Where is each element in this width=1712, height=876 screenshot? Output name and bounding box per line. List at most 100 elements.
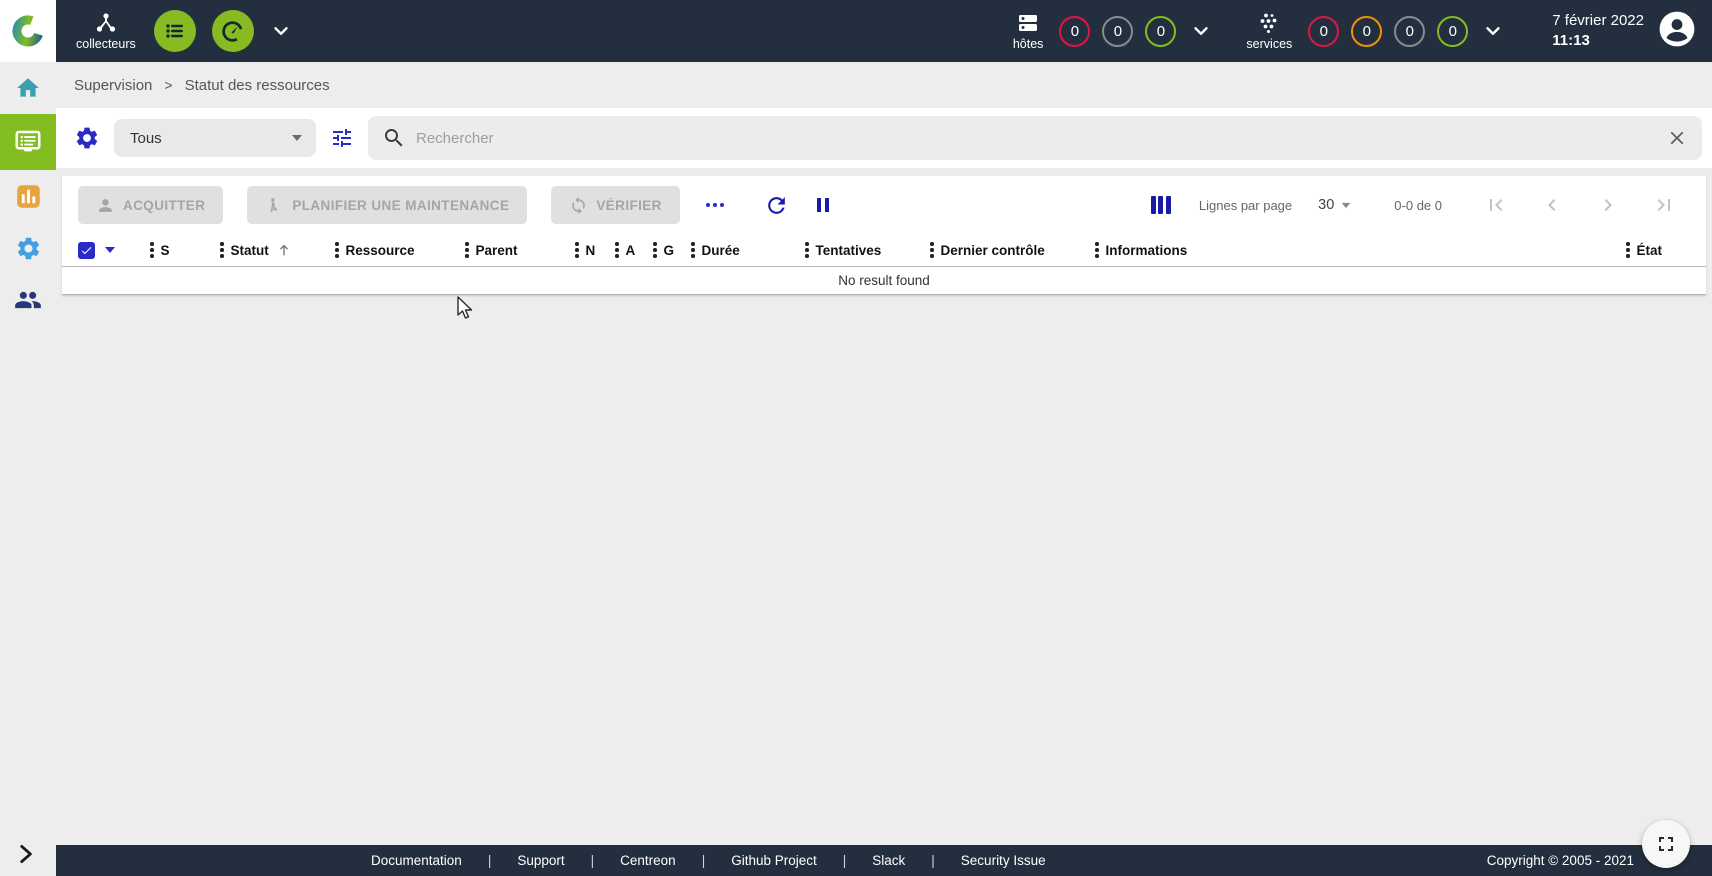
- drag-handle-icon[interactable]: [575, 242, 579, 258]
- services-warning-count: 0: [1363, 23, 1371, 40]
- drag-handle-icon[interactable]: [465, 242, 469, 258]
- next-page-button[interactable]: [1580, 193, 1636, 217]
- column-header-parent[interactable]: Parent: [465, 242, 575, 258]
- services-expand-chevron[interactable]: [1482, 20, 1504, 42]
- search-input[interactable]: [416, 130, 1662, 147]
- select-all-dropdown[interactable]: [103, 243, 117, 258]
- column-header-resource[interactable]: Ressource: [335, 242, 465, 258]
- filter-panel: Tous: [56, 108, 1712, 168]
- footer-link-slack[interactable]: Slack: [872, 853, 905, 868]
- search-icon: [382, 126, 406, 150]
- pollers-expand-chevron[interactable]: [270, 20, 292, 42]
- services-unknown-counter[interactable]: 0: [1394, 16, 1425, 47]
- column-header-last-check[interactable]: Dernier contrôle: [930, 242, 1095, 258]
- more-actions-button[interactable]: [706, 203, 724, 207]
- close-icon: [1666, 127, 1688, 149]
- hosts-menu[interactable]: hôtes: [1013, 11, 1044, 51]
- hosts-unreachable-count: 0: [1114, 23, 1122, 40]
- column-label: Durée: [702, 243, 740, 258]
- breadcrumb-supervision[interactable]: Supervision: [74, 77, 152, 94]
- footer-link-security[interactable]: Security Issue: [961, 853, 1046, 868]
- pause-autorefresh-button[interactable]: [807, 189, 839, 221]
- column-header-notes[interactable]: N: [575, 242, 615, 258]
- current-date: 7 février 2022: [1552, 11, 1644, 31]
- gauge-icon: [220, 19, 245, 44]
- last-page-button[interactable]: [1636, 193, 1692, 217]
- user-avatar[interactable]: [1658, 10, 1696, 53]
- sidebar-expand-button[interactable]: [12, 841, 38, 872]
- advanced-filter-button[interactable]: [326, 122, 358, 154]
- column-label: Tentatives: [816, 243, 882, 258]
- footer-link-documentation[interactable]: Documentation: [371, 853, 462, 868]
- sidebar-item-supervision[interactable]: [0, 114, 56, 170]
- sidebar-item-configuration[interactable]: [0, 222, 56, 274]
- drag-handle-icon[interactable]: [653, 242, 657, 258]
- column-header-duration[interactable]: Durée: [691, 242, 805, 258]
- filter-settings-button[interactable]: [70, 121, 104, 155]
- services-critical-count: 0: [1320, 23, 1328, 40]
- drag-handle-icon[interactable]: [220, 242, 224, 258]
- home-icon: [15, 75, 41, 101]
- downtime-label: PLANIFIER UNE MAINTENANCE: [292, 198, 509, 213]
- footer-separator: |: [591, 853, 595, 868]
- acknowledge-button[interactable]: ACQUITTER: [78, 186, 223, 224]
- column-header-severity[interactable]: S: [150, 242, 220, 258]
- edit-columns-button[interactable]: [1151, 196, 1171, 214]
- sidebar-item-administration[interactable]: [0, 274, 56, 326]
- first-page-button[interactable]: [1468, 193, 1524, 217]
- sidebar-item-home[interactable]: [0, 62, 56, 114]
- previous-page-button[interactable]: [1524, 193, 1580, 217]
- poller-gauge-button[interactable]: [212, 10, 254, 52]
- drag-handle-icon[interactable]: [691, 242, 695, 258]
- user-icon: [1658, 10, 1696, 48]
- column-header-information[interactable]: Informations: [1095, 242, 1626, 258]
- set-downtime-button[interactable]: PLANIFIER UNE MAINTENANCE: [247, 186, 527, 224]
- select-all-checkbox[interactable]: [78, 242, 95, 259]
- top-bar: collecteurs hôtes 0 0 0: [0, 0, 1712, 62]
- hosts-expand-chevron[interactable]: [1190, 20, 1212, 42]
- centreon-logo[interactable]: [0, 0, 56, 62]
- drag-handle-icon[interactable]: [1095, 242, 1099, 258]
- drag-handle-icon[interactable]: [615, 242, 619, 258]
- column-header-state[interactable]: État: [1626, 242, 1692, 258]
- column-header-action[interactable]: A: [615, 242, 653, 258]
- pollers-menu[interactable]: collecteurs: [76, 11, 136, 51]
- sidebar-item-reporting[interactable]: [0, 170, 56, 222]
- sort-asc-icon[interactable]: [276, 242, 292, 258]
- footer-link-centreon[interactable]: Centreon: [620, 853, 676, 868]
- services-critical-counter[interactable]: 0: [1308, 16, 1339, 47]
- drag-handle-icon[interactable]: [1626, 242, 1630, 258]
- drag-handle-icon[interactable]: [930, 242, 934, 258]
- filter-type-select[interactable]: Tous: [114, 119, 316, 157]
- drag-handle-icon[interactable]: [805, 242, 809, 258]
- hosts-up-counter[interactable]: 0: [1145, 16, 1176, 47]
- sync-icon: [569, 196, 588, 215]
- rows-per-page-select[interactable]: 30: [1318, 197, 1352, 213]
- check-icon: [80, 244, 93, 257]
- empty-table-message: No result found: [62, 267, 1706, 295]
- services-menu[interactable]: services: [1246, 11, 1292, 51]
- column-header-tries[interactable]: Tentatives: [805, 242, 930, 258]
- hosts-down-counter[interactable]: 0: [1059, 16, 1090, 47]
- services-warning-counter[interactable]: 0: [1351, 16, 1382, 47]
- search-field[interactable]: [368, 116, 1702, 160]
- footer-link-github[interactable]: Github Project: [731, 853, 817, 868]
- clear-search-button[interactable]: [1662, 123, 1692, 153]
- services-unknown-count: 0: [1406, 23, 1414, 40]
- fullscreen-button[interactable]: [1642, 820, 1690, 868]
- column-header-status[interactable]: Statut: [220, 242, 335, 258]
- check-button[interactable]: VÉRIFIER: [551, 186, 679, 224]
- refresh-button[interactable]: [760, 189, 793, 222]
- tune-icon: [330, 126, 354, 150]
- footer: Documentation | Support | Centreon | Git…: [56, 845, 1712, 876]
- footer-link-support[interactable]: Support: [517, 853, 564, 868]
- poller-list-button[interactable]: [154, 10, 196, 52]
- hosts-unreachable-counter[interactable]: 0: [1102, 16, 1133, 47]
- column-label: Ressource: [346, 243, 415, 258]
- bar-chart-icon: [15, 183, 42, 210]
- drag-handle-icon[interactable]: [335, 242, 339, 258]
- column-header-graph[interactable]: G: [653, 242, 691, 258]
- select-arrow-icon: [1340, 201, 1352, 210]
- services-ok-counter[interactable]: 0: [1437, 16, 1468, 47]
- drag-handle-icon[interactable]: [150, 242, 154, 258]
